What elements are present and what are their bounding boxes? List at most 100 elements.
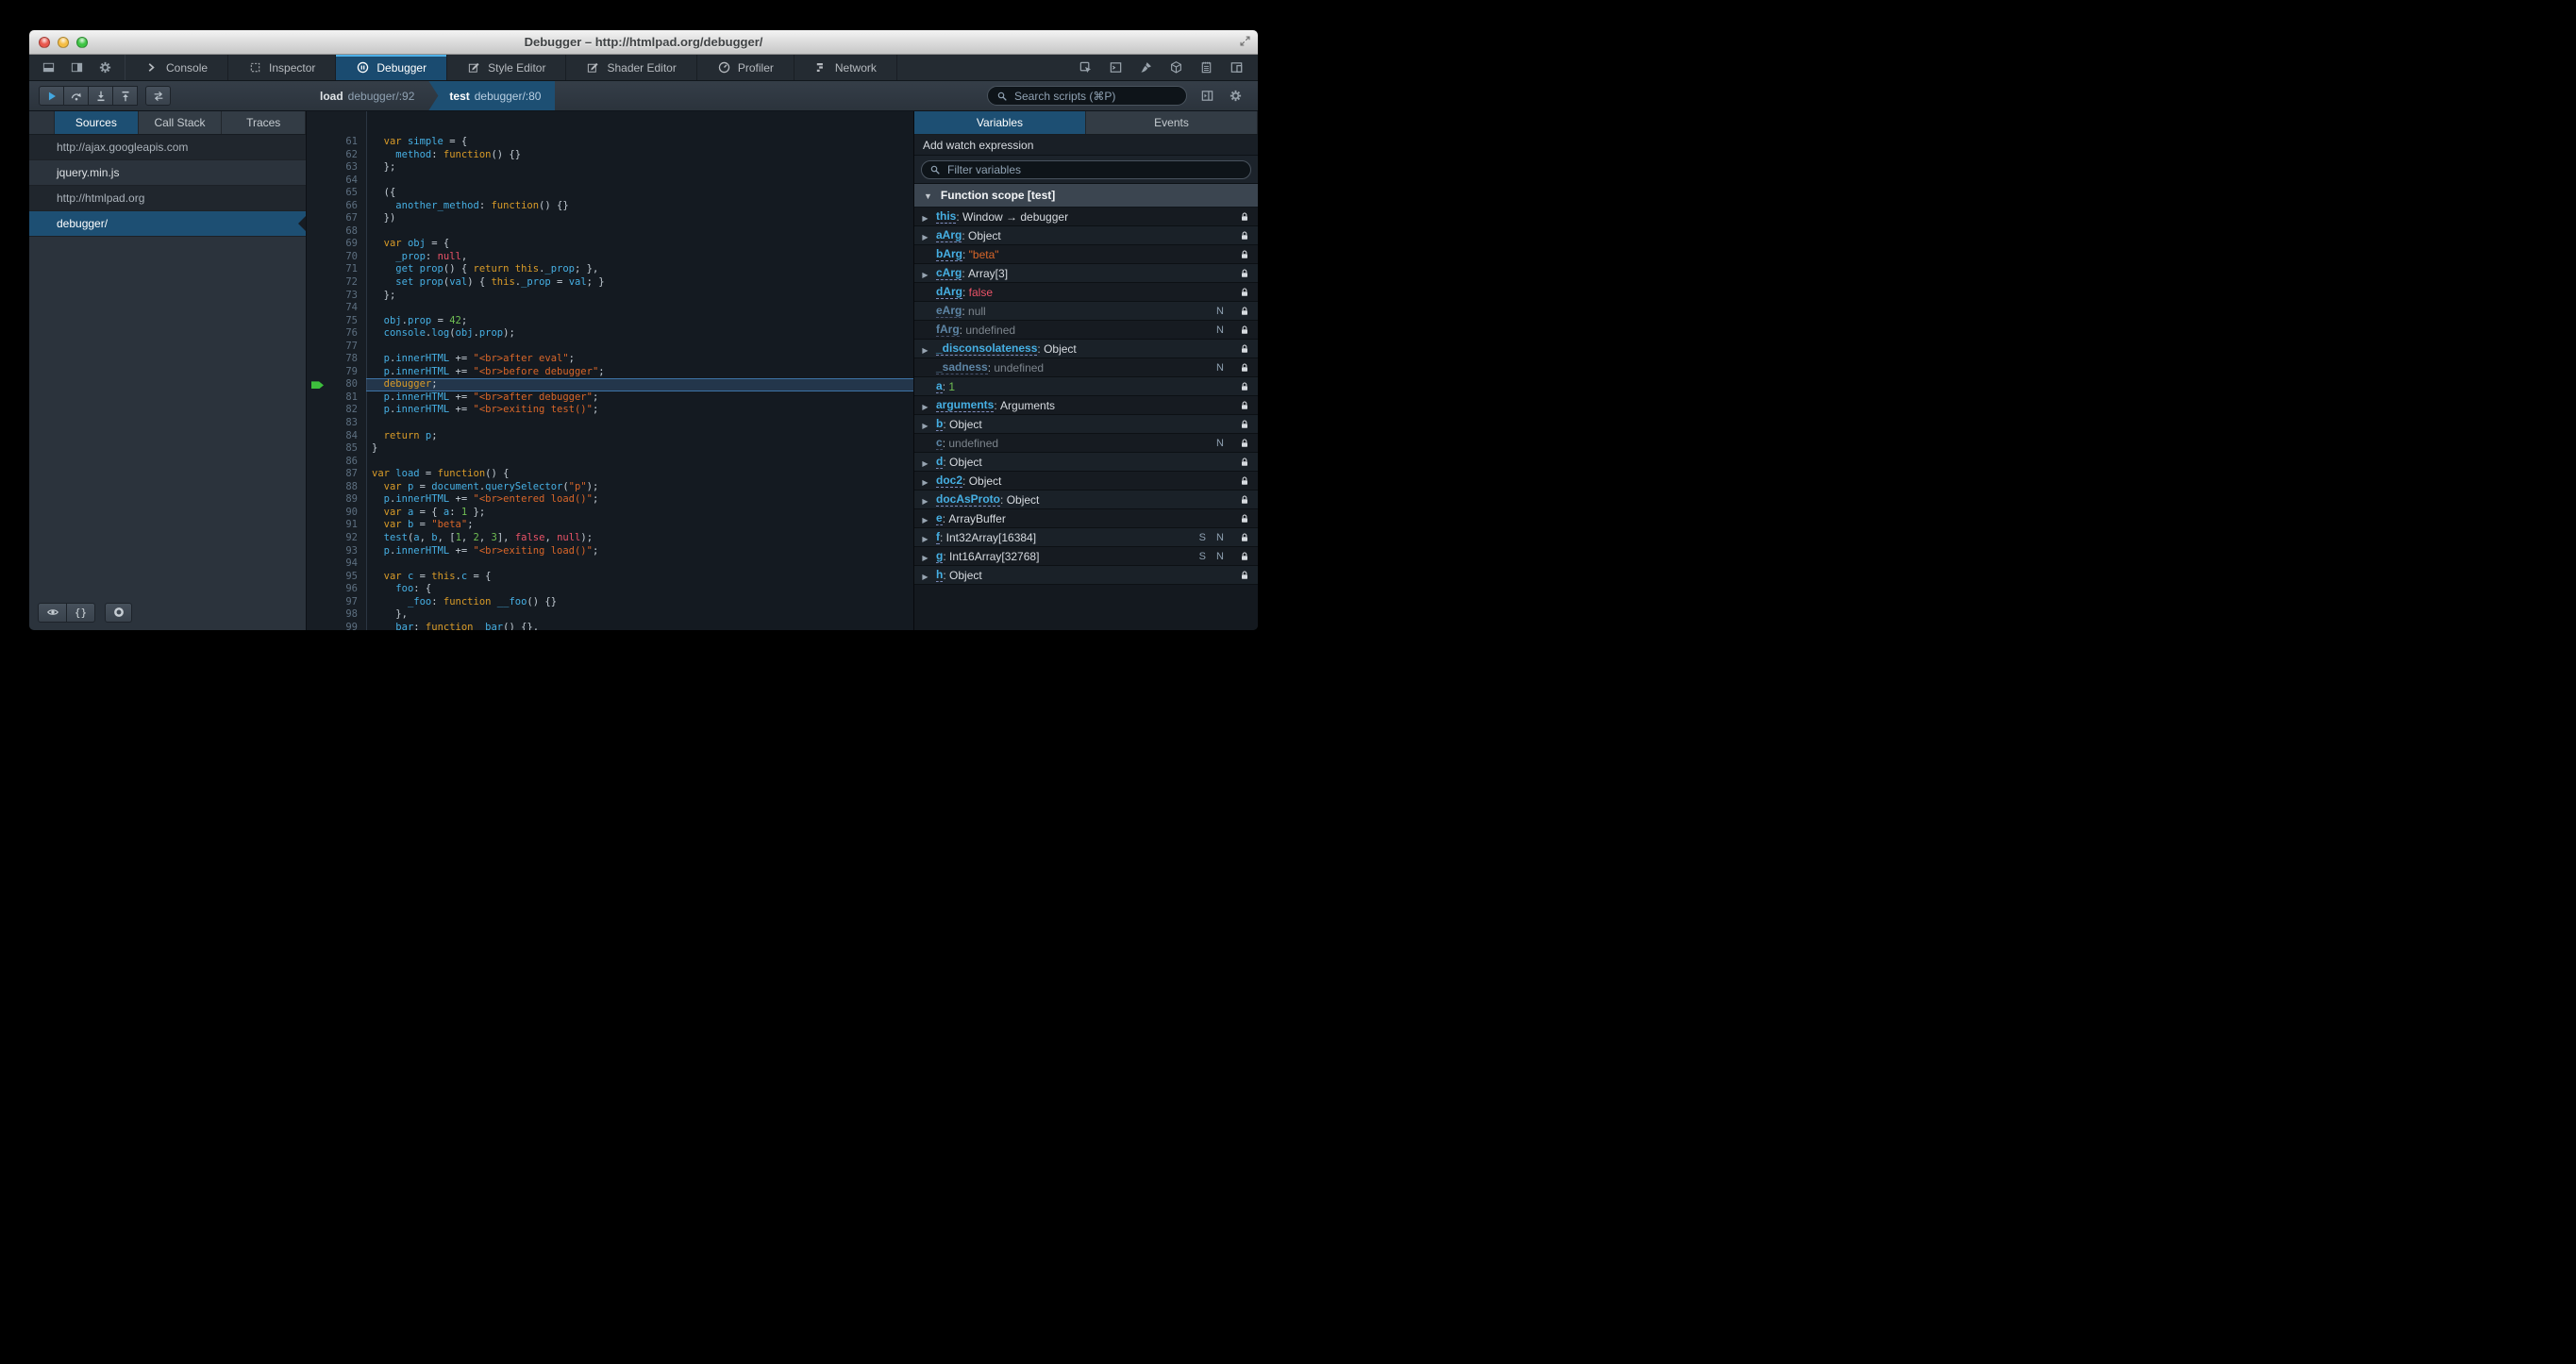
code-text[interactable]: var c = this.c = { xyxy=(366,571,913,584)
variable-value[interactable]: Int16Array[32768] xyxy=(949,550,1039,563)
tab-shader-editor[interactable]: Shader Editor xyxy=(566,55,697,80)
variable-row[interactable]: this : Window → debugger xyxy=(914,208,1258,226)
variable-value[interactable]: Object xyxy=(1044,342,1077,356)
expand-arrow-icon[interactable] xyxy=(914,493,936,507)
scope-header[interactable]: Function scope [test] xyxy=(914,184,1258,208)
code-text[interactable]: var simple = { xyxy=(366,136,913,149)
code-text[interactable]: get prop() { return this._prop; }, xyxy=(366,263,913,276)
line-number[interactable]: 93 xyxy=(329,545,366,558)
line-number[interactable]: 73 xyxy=(329,290,366,303)
expand-arrow-icon[interactable] xyxy=(914,550,936,563)
variable-name[interactable]: _disconsolateness xyxy=(936,341,1038,356)
code-text[interactable]: } xyxy=(366,442,913,456)
code-text[interactable]: var a = { a: 1 }; xyxy=(366,507,913,520)
line-number[interactable]: 72 xyxy=(329,276,366,290)
variable-name[interactable]: b xyxy=(936,417,944,431)
expand-arrow-icon[interactable] xyxy=(914,418,936,431)
expand-arrow-icon[interactable] xyxy=(914,229,936,242)
variable-name[interactable]: docAsProto xyxy=(936,492,1001,507)
source-item[interactable]: jquery.min.js xyxy=(29,160,306,186)
expand-arrow-icon[interactable] xyxy=(914,512,936,525)
variable-row[interactable]: bArg : "beta" xyxy=(914,245,1258,264)
line-number[interactable]: 77 xyxy=(329,341,366,354)
variable-row[interactable]: eArg : null N xyxy=(914,302,1258,321)
line-number[interactable]: 69 xyxy=(329,238,366,251)
filter-variables-input[interactable] xyxy=(945,161,1243,177)
variable-name[interactable]: g xyxy=(936,549,944,563)
tab-inspector[interactable]: Inspector xyxy=(228,55,337,80)
split-console-button[interactable] xyxy=(1109,60,1123,75)
dock-side-button[interactable] xyxy=(70,60,84,75)
variable-row[interactable]: _sadness : undefined N xyxy=(914,358,1258,377)
line-number[interactable]: 90 xyxy=(329,507,366,520)
code-text[interactable]: _foo: function __foo() {} xyxy=(366,596,913,609)
variable-name[interactable]: e xyxy=(936,511,943,525)
code-text[interactable]: var obj = { xyxy=(366,238,913,251)
variable-row[interactable]: arguments : Arguments xyxy=(914,396,1258,415)
line-number[interactable]: 81 xyxy=(329,391,366,405)
line-number[interactable]: 80 xyxy=(329,378,366,391)
code-text[interactable]: set prop(val) { this._prop = val; } xyxy=(366,276,913,290)
step-over-button[interactable] xyxy=(63,86,89,106)
variable-row[interactable]: b : Object xyxy=(914,415,1258,434)
code-text[interactable]: debugger; xyxy=(366,378,913,391)
line-number[interactable]: 92 xyxy=(329,532,366,545)
minimize-button[interactable] xyxy=(58,36,69,48)
code-text[interactable]: ({ xyxy=(366,187,913,200)
line-number[interactable]: 91 xyxy=(329,519,366,532)
breadcrumb-frame[interactable]: test debugger/:80 xyxy=(428,81,556,110)
tab-style-editor[interactable]: Style Editor xyxy=(447,55,567,80)
code-text[interactable]: obj.prop = 42; xyxy=(366,315,913,328)
line-number[interactable]: 61 xyxy=(329,136,366,149)
variable-name[interactable]: doc2 xyxy=(936,474,963,488)
code-text[interactable]: var b = "beta"; xyxy=(366,519,913,532)
code-text[interactable]: _prop: null, xyxy=(366,251,913,264)
line-number[interactable]: 63 xyxy=(329,161,366,175)
variable-row[interactable]: d : Object xyxy=(914,453,1258,472)
blackbox-sources-button[interactable] xyxy=(145,86,171,106)
tab-call-stack[interactable]: Call Stack xyxy=(139,111,223,134)
variable-name[interactable]: _sadness xyxy=(936,360,988,374)
zoom-button[interactable] xyxy=(76,36,88,48)
code-text[interactable] xyxy=(366,225,913,239)
line-number[interactable]: 62 xyxy=(329,149,366,162)
line-number[interactable]: 66 xyxy=(329,200,366,213)
variable-value[interactable]: Object xyxy=(969,474,1002,488)
tab-console[interactable]: Console xyxy=(125,55,229,80)
line-number[interactable]: 98 xyxy=(329,608,366,622)
variable-row[interactable]: docAsProto : Object xyxy=(914,491,1258,509)
toggle-blackboxing-button[interactable] xyxy=(105,602,132,623)
toggle-panes-button[interactable] xyxy=(1200,89,1214,103)
line-number[interactable]: 84 xyxy=(329,430,366,443)
variable-name[interactable]: d xyxy=(936,455,944,469)
code-text[interactable]: method: function() {} xyxy=(366,149,913,162)
variable-value[interactable]: Window → debugger xyxy=(962,210,1068,224)
variable-name[interactable]: dArg xyxy=(936,285,962,299)
code-text[interactable]: var p = document.querySelector("p"); xyxy=(366,481,913,494)
variable-value[interactable]: 1 xyxy=(948,380,955,393)
line-number[interactable]: 83 xyxy=(329,417,366,430)
expand-arrow-icon[interactable] xyxy=(914,399,936,412)
code-text[interactable]: p.innerHTML += "<br>before debugger"; xyxy=(366,366,913,379)
tilt-3d-button[interactable] xyxy=(1169,60,1183,75)
debugger-settings-button[interactable] xyxy=(1229,89,1243,103)
line-number[interactable]: 86 xyxy=(329,456,366,469)
variable-value[interactable]: Object xyxy=(1007,493,1040,507)
tab-traces[interactable]: Traces xyxy=(222,111,307,134)
source-item[interactable]: debugger/ xyxy=(29,211,306,237)
code-text[interactable] xyxy=(366,417,913,430)
tab-network[interactable]: Network xyxy=(795,55,897,80)
expand-arrow-icon[interactable] xyxy=(914,342,936,356)
variable-value[interactable]: undefined xyxy=(994,361,1044,374)
tab-events[interactable]: Events xyxy=(1086,111,1258,134)
variable-row[interactable]: aArg : Object xyxy=(914,226,1258,245)
variable-row[interactable]: _disconsolateness : Object xyxy=(914,340,1258,358)
paintbrush-button[interactable] xyxy=(1139,60,1153,75)
code-text[interactable] xyxy=(366,341,913,354)
source-item[interactable]: http://ajax.googleapis.com xyxy=(29,135,306,160)
line-number[interactable]: 67 xyxy=(329,212,366,225)
code-text[interactable]: another_method: function() {} xyxy=(366,200,913,213)
tab-debugger[interactable]: Debugger xyxy=(336,55,448,80)
code-text[interactable]: }; xyxy=(366,161,913,175)
tab-sources[interactable]: Sources xyxy=(55,111,139,134)
